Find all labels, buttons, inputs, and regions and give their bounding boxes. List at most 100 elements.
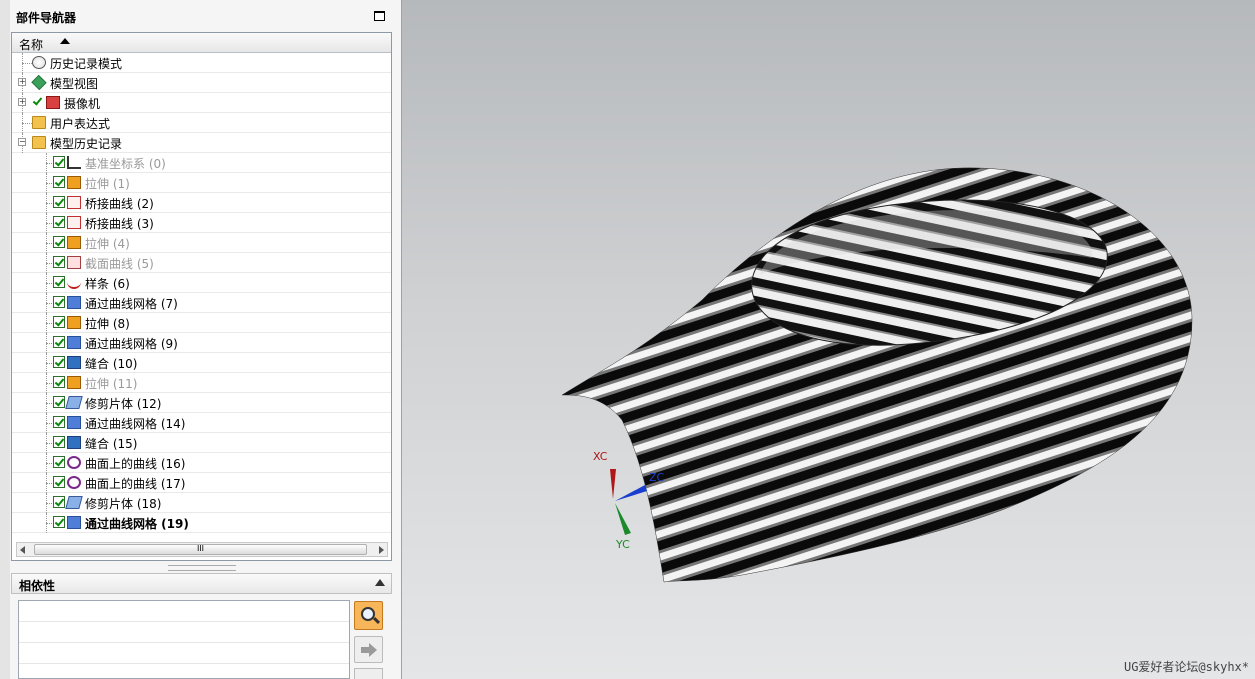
scrollbar-thumb[interactable]: III [34,544,367,555]
search-icon[interactable] [354,601,383,630]
dependencies-title: 相依性 [19,579,56,593]
bridge-curve-icon [67,196,81,209]
visibility-checkbox[interactable] [53,156,65,168]
extrude-icon [67,376,81,389]
tree-node[interactable]: + 摄像机 [12,93,391,113]
sort-ascending-icon [60,38,70,44]
visibility-checkbox[interactable] [53,216,65,228]
visibility-checkbox[interactable] [53,456,65,468]
tree-node-label: 模型视图 [50,77,99,91]
navigator-tree[interactable]: 名称 历史记录模式 + 模型视图 + 摄像机用户表达式 − 模型历史记录基准坐标系 (0) 拉… [11,32,392,561]
curve-mesh-icon [67,296,81,309]
visibility-checkbox[interactable] [53,416,65,428]
scroll-right-icon[interactable] [379,546,384,554]
visibility-checkbox[interactable] [53,496,65,508]
part-navigator-panel: 部件导航器 名称 历史记录模式 + 模型视图 + 摄像机用户表达式 − 模型历史记录基准坐标… [0,0,402,679]
tree-node[interactable]: 曲面上的曲线 (17) [12,473,391,493]
horizontal-scrollbar[interactable]: III [16,542,388,557]
z-axis-label: ZC [649,471,665,484]
dependencies-header[interactable]: 相依性 [11,573,392,594]
tree-node[interactable]: 修剪片体 (18) [12,493,391,513]
visibility-checkbox[interactable] [53,476,65,488]
tree-node-label: 拉伸 (11) [85,377,138,391]
tree-node[interactable]: 截面曲线 (5) [12,253,391,273]
visibility-checkbox[interactable] [53,336,65,348]
zebra-surface-model[interactable] [402,0,1255,679]
maximize-icon[interactable] [374,11,385,21]
tree-node[interactable]: 拉伸 (11) [12,373,391,393]
tree-node-label: 模型历史记录 [50,137,123,151]
tree-node[interactable]: 拉伸 (4) [12,233,391,253]
graphics-viewport[interactable]: XC ZC YC UG爱好者论坛@skyhx* [402,0,1255,679]
visibility-checkbox[interactable] [53,376,65,388]
panel-splitter[interactable] [168,565,236,571]
visibility-checkbox[interactable] [53,276,65,288]
extrude-icon [67,176,81,189]
wcs-axes-triad [610,469,647,535]
dependencies-list[interactable] [18,600,350,679]
tree-connector [22,63,32,64]
tree-node-label: 基准坐标系 (0) [85,157,166,171]
datum-csys-icon [67,156,81,169]
tree-node[interactable]: 基准坐标系 (0) [12,153,391,173]
tree-node-label: 摄像机 [64,97,101,111]
part-navigator-title: 部件导航器 [16,11,77,25]
tree-node-label: 修剪片体 (12) [85,397,162,411]
tree-node-label: 历史记录模式 [50,57,123,71]
bridge-curve-icon [67,216,81,229]
visibility-checkbox[interactable] [53,436,65,448]
scroll-left-icon[interactable] [20,546,25,554]
folder-icon [32,116,46,129]
x-axis-label: XC [593,450,608,463]
tree-node-label: 拉伸 (8) [85,317,130,331]
visibility-checkbox[interactable] [53,196,65,208]
tree-node[interactable]: 桥接曲线 (2) [12,193,391,213]
arrow-left-icon[interactable] [354,668,383,679]
tree-node[interactable]: 用户表达式 [12,113,391,133]
column-header-label: 名称 [19,38,44,52]
list-item [19,622,349,643]
tree-node[interactable]: 拉伸 (1) [12,173,391,193]
tree-node[interactable]: 样条 (6) [12,273,391,293]
tree-node[interactable]: − 模型历史记录 [12,133,391,153]
tree-node[interactable]: + 模型视图 [12,73,391,93]
visibility-checkbox[interactable] [53,176,65,188]
tree-node[interactable]: 拉伸 (8) [12,313,391,333]
tree-node-label: 曲面上的曲线 (17) [85,477,186,491]
expand-icon[interactable]: + [18,98,26,106]
visibility-checkbox[interactable] [53,316,65,328]
tree-node[interactable]: 历史记录模式 [12,53,391,73]
tree-node-label: 拉伸 (4) [85,237,130,251]
tree-node-label: 桥接曲线 (3) [85,217,154,231]
camera-icon [46,96,60,109]
visibility-checkbox[interactable] [53,296,65,308]
tree-node[interactable]: 通过曲线网格 (9) [12,333,391,353]
tree-node[interactable]: 通过曲线网格 (14) [12,413,391,433]
visibility-checkbox[interactable] [53,256,65,268]
curve-mesh-icon [67,336,81,349]
resource-bar-edge [0,0,10,679]
collapse-icon[interactable]: − [18,138,26,146]
curve-on-surface-icon [67,476,81,489]
visibility-checkbox[interactable] [53,356,65,368]
column-header-name[interactable]: 名称 [12,33,391,53]
arrow-right-icon[interactable] [354,636,383,663]
tree-node-label: 截面曲线 (5) [85,257,154,271]
visibility-checkbox[interactable] [53,236,65,248]
tree-node[interactable]: 缝合 (10) [12,353,391,373]
tree-node[interactable]: 缝合 (15) [12,433,391,453]
visibility-checkbox[interactable] [32,96,44,108]
extrude-icon [67,316,81,329]
visibility-checkbox[interactable] [53,516,65,528]
tree-node-label: 通过曲线网格 (19) [85,517,189,531]
sew-icon [67,356,81,369]
tree-node[interactable]: 通过曲线网格 (19) [12,513,391,533]
expand-icon[interactable]: + [18,78,26,86]
tree-node[interactable]: 桥接曲线 (3) [12,213,391,233]
tree-node-label: 拉伸 (1) [85,177,130,191]
visibility-checkbox[interactable] [53,396,65,408]
collapse-icon[interactable] [375,579,385,586]
tree-node[interactable]: 曲面上的曲线 (16) [12,453,391,473]
tree-node[interactable]: 修剪片体 (12) [12,393,391,413]
tree-node[interactable]: 通过曲线网格 (7) [12,293,391,313]
